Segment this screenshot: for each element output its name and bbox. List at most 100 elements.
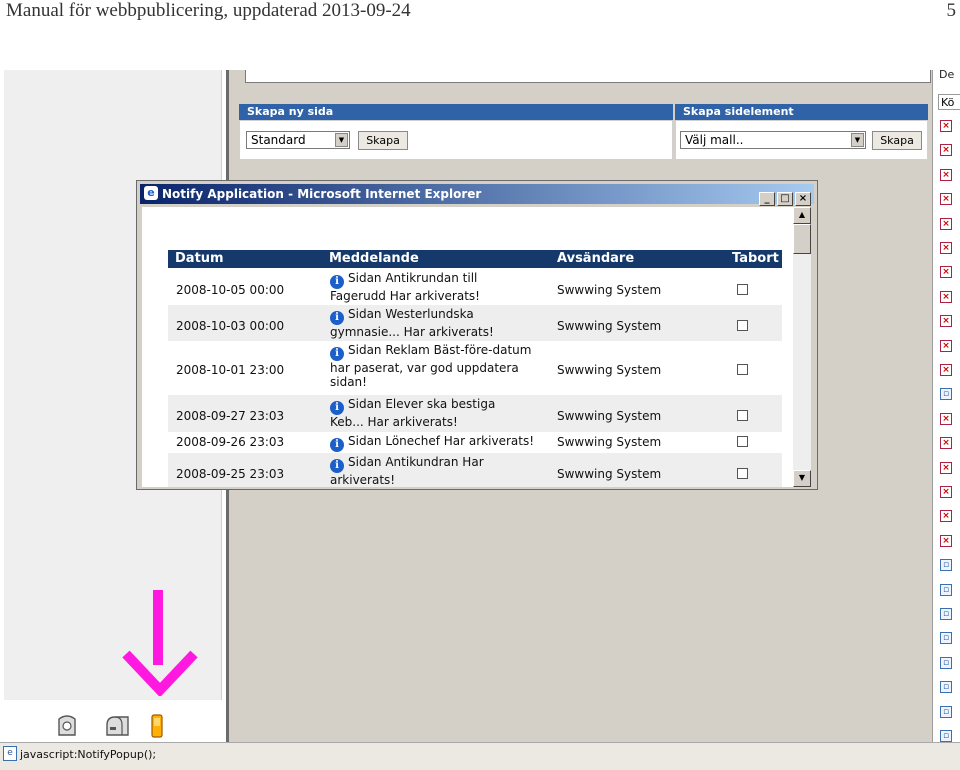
row-message[interactable]: i Sidan Westerlundska gymnasie... Har arki… (330, 307, 558, 339)
delete-icon[interactable]: × (940, 266, 952, 279)
document-icon[interactable]: ▫ (940, 559, 952, 572)
delete-icon[interactable]: × (940, 120, 952, 132)
document-icon[interactable]: ▫ (940, 681, 952, 694)
table-row: 2008-10-01 23:00 i Sidan Reklam Bäst-före-… (168, 341, 782, 395)
delete-icon[interactable]: × (940, 315, 952, 328)
message-line: Sidan Antikundran Har (348, 455, 484, 469)
mailbox-icon[interactable] (104, 713, 132, 739)
ie-logo-icon: e (144, 186, 158, 200)
table-row: 2008-09-27 23:03 i Sidan Elever ska bestig… (168, 395, 782, 432)
info-icon: i (330, 347, 344, 361)
delete-icon[interactable]: × (940, 193, 952, 206)
popup-title-bar[interactable]: e Notify Application - Microsoft Interne… (140, 184, 814, 206)
delete-icon[interactable]: × (940, 144, 952, 157)
document-header: Manual för webbpublicering, uppdaterad 2… (6, 0, 411, 21)
delete-icon[interactable]: × (940, 412, 952, 425)
right-column-label: De (939, 70, 955, 81)
create-element-header: Skapa sidelement (675, 104, 928, 120)
page-template-select[interactable]: Standard ▼ (246, 131, 350, 149)
document-icon[interactable]: ▫ (940, 608, 952, 620)
right-column: De Kö × × × × × × × × × × × ▫ × × × × × × ▫ ▫ ▫ ▫ ▫ ▫ ▫ ▫ (932, 70, 960, 742)
message-line: Sidan Elever ska bestiga (348, 397, 496, 411)
chevron-down-icon[interactable]: ▼ (851, 133, 864, 147)
delete-icon[interactable]: × (940, 242, 952, 254)
minimize-icon[interactable]: _ (759, 192, 775, 206)
info-icon: i (330, 438, 344, 452)
chevron-down-icon[interactable]: ▼ (335, 133, 348, 147)
delete-icon[interactable]: × (940, 217, 952, 230)
message-line: arkiverats! (330, 473, 396, 487)
document-icon[interactable]: ▫ (940, 730, 952, 742)
row-message[interactable]: i Sidan Elever ska bestiga Keb... Har arki… (330, 397, 558, 429)
message-line: Sidan Reklam Bäst-före-datum (348, 343, 532, 357)
notify-popup-window: e Notify Application - Microsoft Interne… (136, 180, 818, 490)
row-date: 2008-09-26 23:03 (176, 435, 285, 449)
row-date: 2008-09-27 23:03 (176, 409, 285, 423)
message-line: gymnasie... Har arkiverats! (330, 325, 494, 339)
create-page-button[interactable]: Skapa (358, 131, 408, 150)
notify-icon[interactable] (150, 713, 164, 739)
right-column-box: Kö (938, 94, 960, 110)
element-template-select[interactable]: Välj mall.. ▼ (680, 131, 866, 149)
row-message[interactable]: i Sidan Reklam Bäst-före-datum har paserat… (330, 343, 558, 389)
info-icon: i (330, 275, 344, 289)
delete-icon[interactable]: × (940, 437, 952, 450)
close-icon[interactable]: × (795, 192, 811, 206)
delete-icon[interactable]: × (940, 461, 952, 474)
screenshot: Skapa ny sida Standard ▼ Skapa Skapa sid… (0, 70, 960, 770)
create-element-button[interactable]: Skapa (872, 131, 922, 150)
remove-checkbox[interactable] (737, 410, 748, 421)
remove-checkbox[interactable] (737, 364, 748, 375)
column-header-date: Datum (175, 251, 224, 266)
info-icon: i (330, 311, 344, 325)
row-date: 2008-09-25 23:03 (176, 467, 285, 481)
column-header-sender: Avsändare (557, 251, 635, 266)
delete-icon[interactable]: × (940, 364, 952, 376)
column-header-message: Meddelande (329, 251, 419, 266)
delete-icon[interactable]: × (940, 339, 952, 352)
document-icon[interactable]: ▫ (940, 632, 952, 645)
row-message[interactable]: i Sidan Lönechef Har arkiverats! (330, 434, 558, 452)
table-row: 2008-09-26 23:03 i Sidan Lönechef Har arki… (168, 432, 782, 453)
row-sender: Swwwing System (557, 409, 662, 423)
remove-checkbox[interactable] (737, 436, 748, 447)
maximize-icon[interactable]: □ (777, 192, 793, 206)
row-date: 2008-10-05 00:00 (176, 283, 285, 297)
document-icon[interactable]: ▫ (940, 583, 952, 596)
message-line: har paserat, var god uppdatera (330, 361, 519, 375)
security-icon[interactable] (56, 713, 78, 739)
ie-page-icon: e (3, 746, 17, 761)
row-message[interactable]: i Sidan Antikrundan till Fagerudd Har arki… (330, 271, 558, 303)
row-message[interactable]: i Sidan Antikundran Har arkiverats! (330, 455, 558, 487)
scroll-thumb[interactable] (793, 224, 811, 254)
scroll-down-icon[interactable]: ▼ (793, 470, 811, 487)
document-icon[interactable]: ▫ (940, 656, 952, 669)
create-page-form: Standard ▼ Skapa (239, 120, 673, 160)
create-page-header: Skapa ny sida (239, 104, 673, 120)
status-text: javascript:NotifyPopup(); (20, 748, 157, 761)
message-line: sidan! (330, 375, 367, 389)
row-sender: Swwwing System (557, 283, 662, 297)
row-sender: Swwwing System (557, 467, 662, 481)
delete-icon[interactable]: × (940, 168, 952, 181)
popup-scrollbar[interactable]: ▲ ▼ (793, 207, 811, 487)
popup-title: Notify Application - Microsoft Internet … (162, 187, 482, 201)
delete-icon[interactable]: × (940, 290, 952, 303)
remove-checkbox[interactable] (737, 320, 748, 331)
delete-icon[interactable]: × (940, 534, 952, 547)
scroll-up-icon[interactable]: ▲ (793, 207, 811, 224)
delete-icon[interactable]: × (940, 486, 952, 498)
document-icon[interactable]: ▫ (940, 388, 952, 401)
top-input-box[interactable] (245, 70, 931, 83)
table-row: 2008-10-05 00:00 i Sidan Antikrundan till F… (168, 269, 782, 305)
document-icon[interactable]: ▫ (940, 705, 952, 718)
delete-icon[interactable]: × (940, 510, 952, 523)
create-element-form: Välj mall.. ▼ Skapa (675, 120, 928, 160)
row-date: 2008-10-01 23:00 (176, 363, 285, 377)
info-icon: i (330, 401, 344, 415)
remove-checkbox[interactable] (737, 284, 748, 295)
row-date: 2008-10-03 00:00 (176, 319, 285, 333)
remove-checkbox[interactable] (737, 468, 748, 479)
row-sender: Swwwing System (557, 363, 662, 377)
message-line: Keb... Har arkiverats! (330, 415, 458, 429)
